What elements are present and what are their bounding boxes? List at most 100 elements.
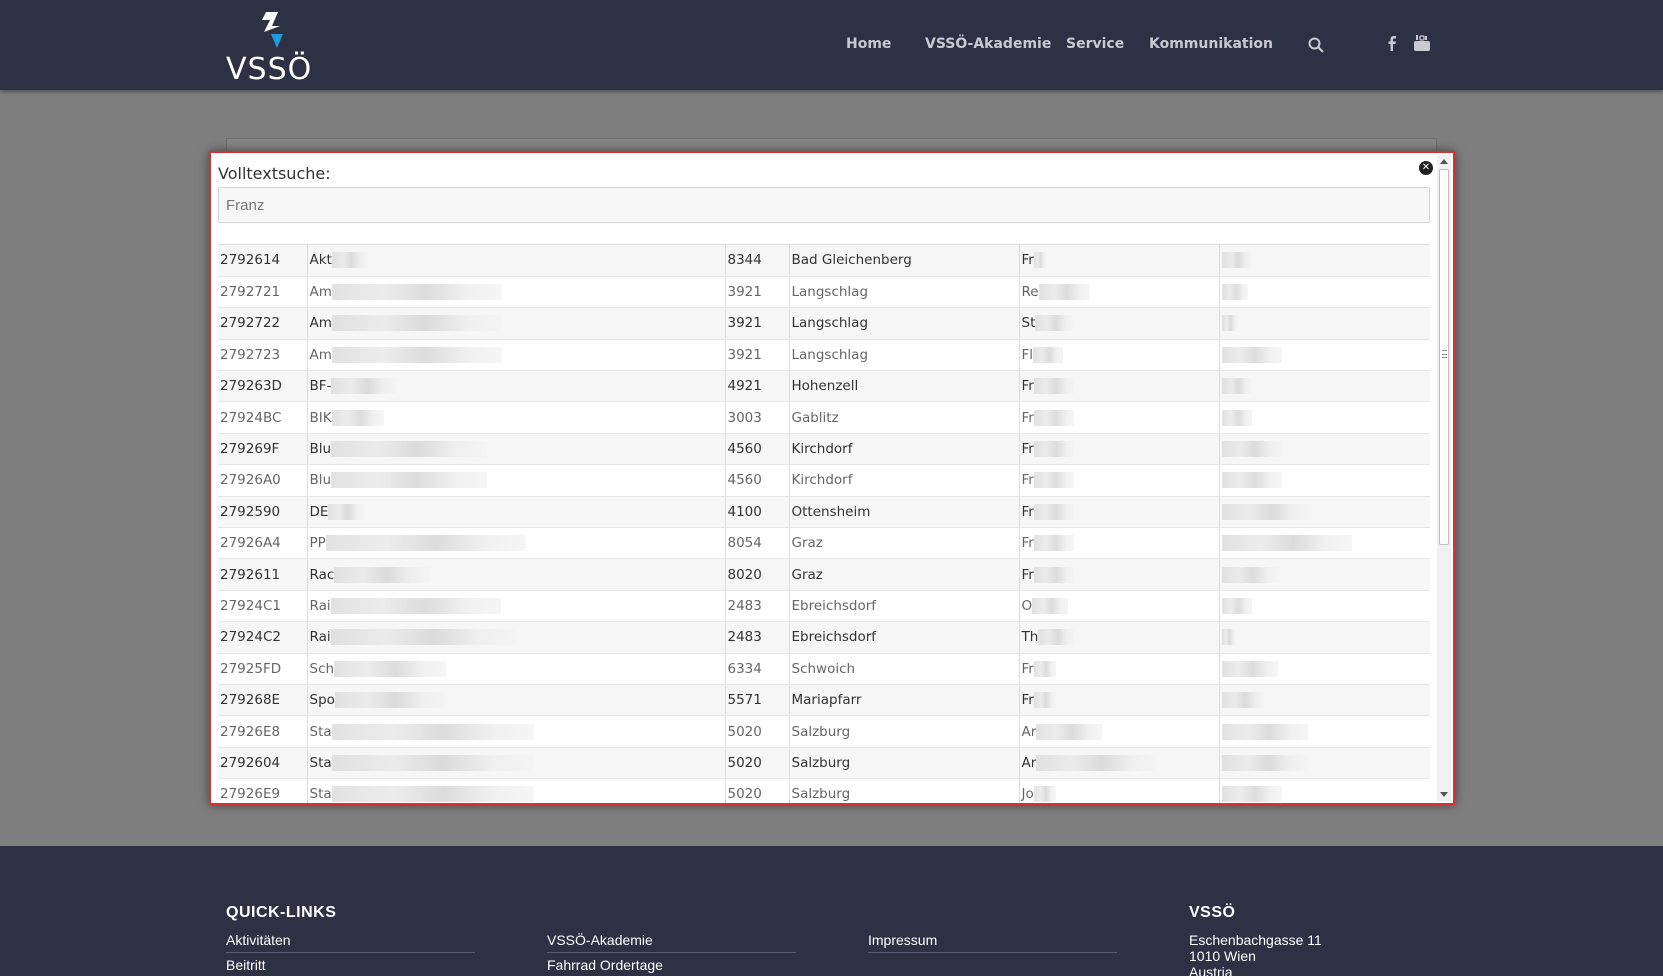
table-row[interactable]: 2792721 Am 3921 Langschlag Re — [218, 276, 1430, 309]
close-icon[interactable]: ✕ — [1419, 161, 1433, 175]
search-icon[interactable] — [1307, 36, 1325, 54]
cell-id: 2792614 — [218, 245, 308, 277]
cell-contact-text: Re — [1021, 284, 1039, 301]
cell-name: Sch — [307, 653, 726, 685]
table-row[interactable]: 2792590 DE 4100 Ottensheim Fr — [218, 496, 1430, 529]
cell-name-text: Am — [309, 284, 332, 301]
cell-contact: St — [1019, 307, 1220, 340]
redacted-block — [1035, 315, 1074, 332]
nav-service[interactable]: Service — [1066, 36, 1124, 52]
cell-id-text: 2792722 — [220, 315, 281, 332]
cell-id-text: 27926E8 — [220, 723, 281, 740]
footer-link-akademie[interactable]: VSSÖ-Akademie — [547, 932, 796, 953]
cell-contact: Ar — [1019, 747, 1220, 780]
footer-link-impressum[interactable]: Impressum — [868, 932, 1117, 953]
redacted-block — [1032, 597, 1069, 614]
cell-id-text: 2792614 — [220, 252, 281, 269]
vsso-logo[interactable]: VSSÖ — [226, 12, 316, 87]
scroll-down-icon[interactable] — [1440, 792, 1448, 797]
facebook-icon[interactable] — [1383, 34, 1401, 52]
cell-name: Blu — [307, 464, 726, 497]
cell-extra — [1219, 370, 1430, 403]
cell-id-text: 27924C2 — [220, 629, 281, 646]
table-row[interactable]: 279269F Blu 4560 Kirchdorf Fr — [218, 433, 1430, 466]
cell-contact-text: Fr — [1021, 692, 1034, 709]
search-input[interactable] — [218, 187, 1430, 223]
table-row[interactable]: 2792614 Akt 8344 Bad Gleichenberg Fr — [218, 245, 1430, 277]
cell-extra — [1219, 653, 1430, 685]
table-row[interactable]: 2792611 Rac 8020 Graz Fr — [218, 558, 1430, 591]
cell-extra — [1219, 590, 1430, 623]
cell-name-text: BIK — [309, 409, 332, 426]
redacted-block — [1033, 441, 1074, 458]
cell-plz-text: 4560 — [727, 441, 762, 458]
cell-contact-text: Fr — [1021, 378, 1034, 395]
redacted-block — [1221, 441, 1282, 458]
footer-link-beitritt[interactable]: Beitritt — [226, 957, 475, 976]
nav-home[interactable]: Home — [846, 36, 891, 52]
cell-id: 279268E — [218, 684, 308, 717]
cell-plz-text: 3921 — [727, 284, 762, 301]
cell-name: DE — [307, 496, 726, 529]
cell-id-text: 27924C1 — [220, 597, 281, 614]
footer-link-aktivitaeten[interactable]: Aktivitäten — [226, 932, 475, 953]
youtube-icon[interactable] — [1413, 34, 1431, 52]
cell-plz: 2483 — [725, 621, 790, 654]
cell-plz: 6334 — [725, 653, 790, 685]
redacted-block — [1221, 472, 1282, 489]
modal-title: Volltextsuche: — [218, 164, 331, 183]
cell-plz: 2483 — [725, 590, 790, 623]
cell-extra — [1219, 433, 1430, 466]
cell-id-text: 27925FD — [220, 660, 282, 677]
table-row[interactable]: 2792604 Sta 5020 Salzburg Ar — [218, 747, 1430, 780]
redacted-block — [325, 535, 526, 552]
cell-plz: 5020 — [725, 715, 790, 748]
redacted-block — [1033, 660, 1056, 677]
table-row[interactable]: 27924C1 Rai 2483 Ebreichsdorf O — [218, 590, 1430, 623]
footer-link-fahrrad-ordertage[interactable]: Fahrrad Ordertage — [547, 957, 796, 976]
table-row[interactable]: 2792722 Am 3921 Langschlag St — [218, 307, 1430, 340]
cell-id: 27926A0 — [218, 464, 308, 497]
redacted-block — [331, 754, 534, 771]
table-row[interactable]: 27924C2 Rai 2483 Ebreichsdorf Th — [218, 621, 1430, 654]
logo-bolt-icon — [262, 12, 283, 48]
redacted-block — [1038, 284, 1089, 301]
scroll-thumb[interactable] — [1439, 169, 1449, 545]
cell-contact-text: Fr — [1021, 660, 1034, 677]
nav-vsso-akademie[interactable]: VSSÖ-Akademie — [925, 36, 1051, 52]
cell-plz: 3921 — [725, 339, 790, 372]
scroll-up-icon[interactable] — [1440, 159, 1448, 164]
cell-ort-text: Graz — [791, 566, 823, 583]
cell-extra — [1219, 558, 1430, 591]
table-row[interactable]: 27924BC BIK 3003 Gablitz Fr — [218, 401, 1430, 434]
nav-kommunikation[interactable]: Kommunikation — [1149, 36, 1273, 52]
table-row[interactable]: 279268E Spo 5571 Mariapfarr Fr — [218, 684, 1430, 717]
cell-plz: 8020 — [725, 558, 790, 591]
cell-ort-text: Ebreichsdorf — [791, 597, 877, 614]
table-row[interactable]: 27926A4 PP 8054 Graz Fr — [218, 527, 1430, 560]
cell-plz: 5571 — [725, 684, 790, 717]
table-row[interactable]: 27926E8 Sta 5020 Salzburg Ar — [218, 715, 1430, 748]
cell-extra — [1219, 715, 1430, 748]
table-row[interactable]: 27925FD Sch 6334 Schwoich Fr — [218, 653, 1430, 685]
redacted-block — [1221, 723, 1308, 740]
redacted-block — [328, 503, 365, 520]
cell-ort-text: Langschlag — [791, 284, 869, 301]
cell-plz: 8054 — [725, 527, 790, 560]
cell-id-text: 2792723 — [220, 346, 281, 363]
cell-extra — [1219, 496, 1430, 529]
table-row[interactable]: 27926E9 Sta 5020 Salzburg Jo — [218, 778, 1430, 803]
table-row[interactable]: 279263D BF- 4921 Hohenzell Fr — [218, 370, 1430, 403]
cell-id-text: 279268E — [220, 692, 281, 709]
redacted-block — [331, 284, 502, 301]
modal-scrollbar[interactable] — [1437, 155, 1451, 801]
table-row[interactable]: 27926A0 Blu 4560 Kirchdorf Fr — [218, 464, 1430, 497]
cell-name-text: Am — [309, 315, 332, 332]
cell-contact-text: Fr — [1021, 503, 1034, 520]
cell-plz-text: 6334 — [727, 660, 762, 677]
cell-plz-text: 3921 — [727, 315, 762, 332]
cell-id-text: 27926E9 — [220, 786, 281, 803]
table-row[interactable]: 2792723 Am 3921 Langschlag Fl — [218, 339, 1430, 372]
redacted-block — [1221, 597, 1252, 614]
cell-extra — [1219, 778, 1430, 803]
